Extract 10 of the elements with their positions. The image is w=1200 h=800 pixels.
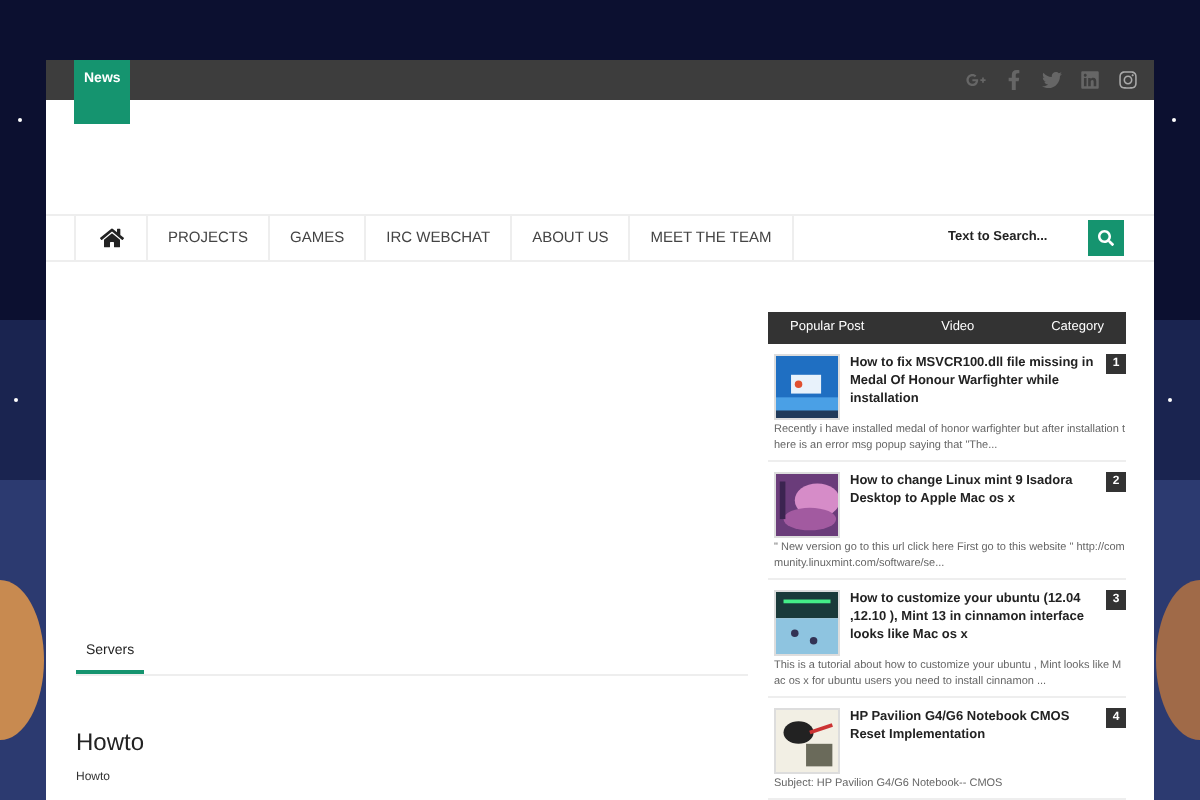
facebook-icon[interactable] [1004, 70, 1024, 90]
google-plus-icon[interactable] [966, 70, 986, 90]
camera-icon[interactable] [1118, 70, 1138, 90]
home-icon [99, 226, 123, 250]
search-button[interactable] [1088, 220, 1124, 256]
twitter-icon[interactable] [1042, 70, 1062, 90]
linkedin-icon[interactable] [1080, 70, 1100, 90]
section-heading: Howto [76, 725, 147, 759]
search-icon [1098, 230, 1114, 246]
home-button[interactable] [74, 216, 148, 260]
